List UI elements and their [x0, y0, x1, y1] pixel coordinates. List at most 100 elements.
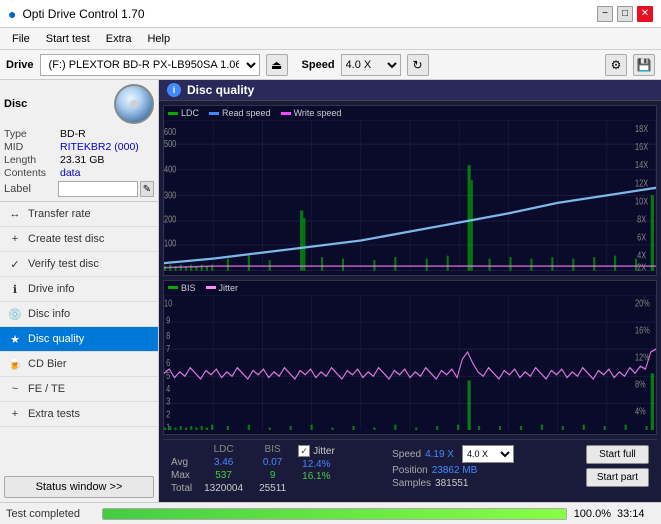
svg-text:2X: 2X	[637, 261, 646, 270]
speed-stat-select[interactable]: 4.0 X	[462, 445, 514, 463]
svg-text:7: 7	[166, 343, 170, 354]
write-speed-legend-label: Write speed	[294, 108, 342, 118]
svg-text:18X: 18X	[635, 123, 648, 135]
settings-button[interactable]: ⚙	[605, 54, 627, 76]
disc-label-button[interactable]: ✎	[140, 181, 154, 197]
nav-fe-te[interactable]: ~ FE / TE	[0, 377, 158, 402]
svg-text:10X: 10X	[635, 195, 648, 207]
toolbar: Drive (F:) PLEXTOR BD-R PX-LB950SA 1.06 …	[0, 50, 661, 80]
start-full-button[interactable]: Start full	[586, 445, 649, 464]
svg-text:500: 500	[164, 138, 176, 150]
transfer-rate-icon: ↔	[8, 207, 22, 221]
total-bis-val: 25511	[251, 482, 294, 495]
menu-extra[interactable]: Extra	[98, 31, 140, 47]
svg-text:2: 2	[166, 408, 170, 419]
content-area: i Disc quality LDC Read speed	[159, 80, 661, 502]
disc-length-row: Length 23.31 GB	[4, 154, 154, 166]
total-ldc-val: 1320004	[196, 482, 251, 495]
disc-label-input[interactable]	[58, 181, 138, 197]
disc-mid-row: MID RITEKBR2 (000)	[4, 141, 154, 153]
disc-contents-row: Contents data	[4, 167, 154, 179]
read-speed-legend-label: Read speed	[222, 108, 271, 118]
total-label: Total	[167, 482, 196, 495]
svg-text:20%: 20%	[635, 297, 650, 308]
svg-text:16%: 16%	[635, 324, 650, 335]
jitter-legend-dot	[206, 286, 216, 289]
nav-disc-info[interactable]: 💿 Disc info	[0, 302, 158, 327]
status-text: Test completed	[6, 508, 96, 520]
nav-disc-quality-label: Disc quality	[28, 333, 84, 345]
menu-start-test[interactable]: Start test	[38, 31, 98, 47]
svg-text:300: 300	[164, 189, 176, 201]
drive-label: Drive	[6, 59, 34, 71]
disc-title: Disc	[4, 98, 27, 110]
nav-transfer-rate[interactable]: ↔ Transfer rate	[0, 202, 158, 227]
svg-text:9: 9	[166, 314, 170, 325]
drive-select[interactable]: (F:) PLEXTOR BD-R PX-LB950SA 1.06	[40, 54, 260, 76]
nav-drive-info[interactable]: ℹ Drive info	[0, 277, 158, 302]
bis-col-header: BIS	[251, 443, 294, 456]
disc-info-icon: 💿	[8, 307, 22, 321]
menu-help[interactable]: Help	[139, 31, 178, 47]
legend-jitter: Jitter	[206, 283, 239, 293]
bottom-chart-svg: 10 9 8 7 6 5 4 3 2 1 20% 16% 12% 8% 4%	[164, 295, 656, 430]
titlebar-controls: − □ ✕	[597, 6, 653, 22]
disc-mid-key: MID	[4, 141, 56, 153]
write-speed-legend-dot	[281, 112, 291, 115]
close-button[interactable]: ✕	[637, 6, 653, 22]
nav-fe-te-label: FE / TE	[28, 383, 65, 395]
action-buttons: Start full Start part	[582, 443, 653, 489]
avg-bis-val: 0.07	[251, 456, 294, 469]
bis-legend-label: BIS	[181, 283, 196, 293]
disc-label-row: Label ✎	[4, 181, 154, 197]
nav-disc-quality[interactable]: ★ Disc quality	[0, 327, 158, 352]
ldc-legend-label: LDC	[181, 108, 199, 118]
status-window-label: Status window >>	[36, 481, 123, 493]
disc-type-row: Type BD-R	[4, 128, 154, 140]
disc-quality-header-icon: i	[167, 83, 181, 97]
disc-header: Disc	[4, 84, 154, 124]
cd-bier-icon: 🍺	[8, 357, 22, 371]
progress-track	[102, 508, 567, 520]
svg-text:4X: 4X	[637, 249, 646, 261]
max-ldc-val: 537	[196, 469, 251, 482]
ldc-bis-stats: LDC BIS Avg 3.46 0.07 Max 537 9	[167, 443, 294, 495]
svg-text:100: 100	[164, 237, 176, 249]
speed-select[interactable]: 4.0 X	[341, 54, 401, 76]
progress-percent: 100.0%	[573, 508, 611, 520]
menubar: File Start test Extra Help	[0, 28, 661, 50]
titlebar-left: ● Opti Drive Control 1.70	[8, 6, 145, 22]
svg-text:600: 600	[164, 126, 176, 138]
svg-text:12%: 12%	[635, 351, 650, 362]
svg-text:16X: 16X	[635, 141, 648, 153]
menu-file[interactable]: File	[4, 31, 38, 47]
jitter-label: Jitter	[313, 446, 335, 457]
start-part-button[interactable]: Start part	[586, 468, 649, 487]
position-val: 23862 MB	[432, 465, 478, 476]
maximize-button[interactable]: □	[617, 6, 633, 22]
nav-cd-bier[interactable]: 🍺 CD Bier	[0, 352, 158, 377]
disc-label-key: Label	[4, 183, 56, 195]
avg-label: Avg	[167, 456, 196, 469]
svg-text:3: 3	[166, 395, 170, 406]
svg-text:400: 400	[164, 163, 176, 175]
minimize-button[interactable]: −	[597, 6, 613, 22]
nav-menu: ↔ Transfer rate + Create test disc ✓ Ver…	[0, 202, 158, 472]
ldc-legend-dot	[168, 112, 178, 115]
svg-text:1: 1	[166, 421, 170, 430]
svg-text:200: 200	[164, 213, 176, 225]
samples-label: Samples	[392, 478, 431, 489]
nav-verify-test-disc[interactable]: ✓ Verify test disc	[0, 252, 158, 277]
refresh-button[interactable]: ↻	[407, 54, 429, 76]
samples-val: 381551	[435, 478, 468, 489]
save-button[interactable]: 💾	[633, 54, 655, 76]
speed-stat-label: Speed	[392, 449, 421, 460]
nav-create-test-disc[interactable]: + Create test disc	[0, 227, 158, 252]
jitter-checkbox[interactable]: ✓	[298, 445, 310, 457]
nav-extra-tests[interactable]: + Extra tests	[0, 402, 158, 427]
verify-test-disc-icon: ✓	[8, 257, 22, 271]
eject-button[interactable]: ⏏	[266, 54, 288, 76]
top-chart-svg: 600 500 400 300 200 100 18X 16X 14X 12X …	[164, 120, 656, 271]
svg-text:5: 5	[166, 370, 170, 381]
status-window-button[interactable]: Status window >>	[4, 476, 154, 498]
